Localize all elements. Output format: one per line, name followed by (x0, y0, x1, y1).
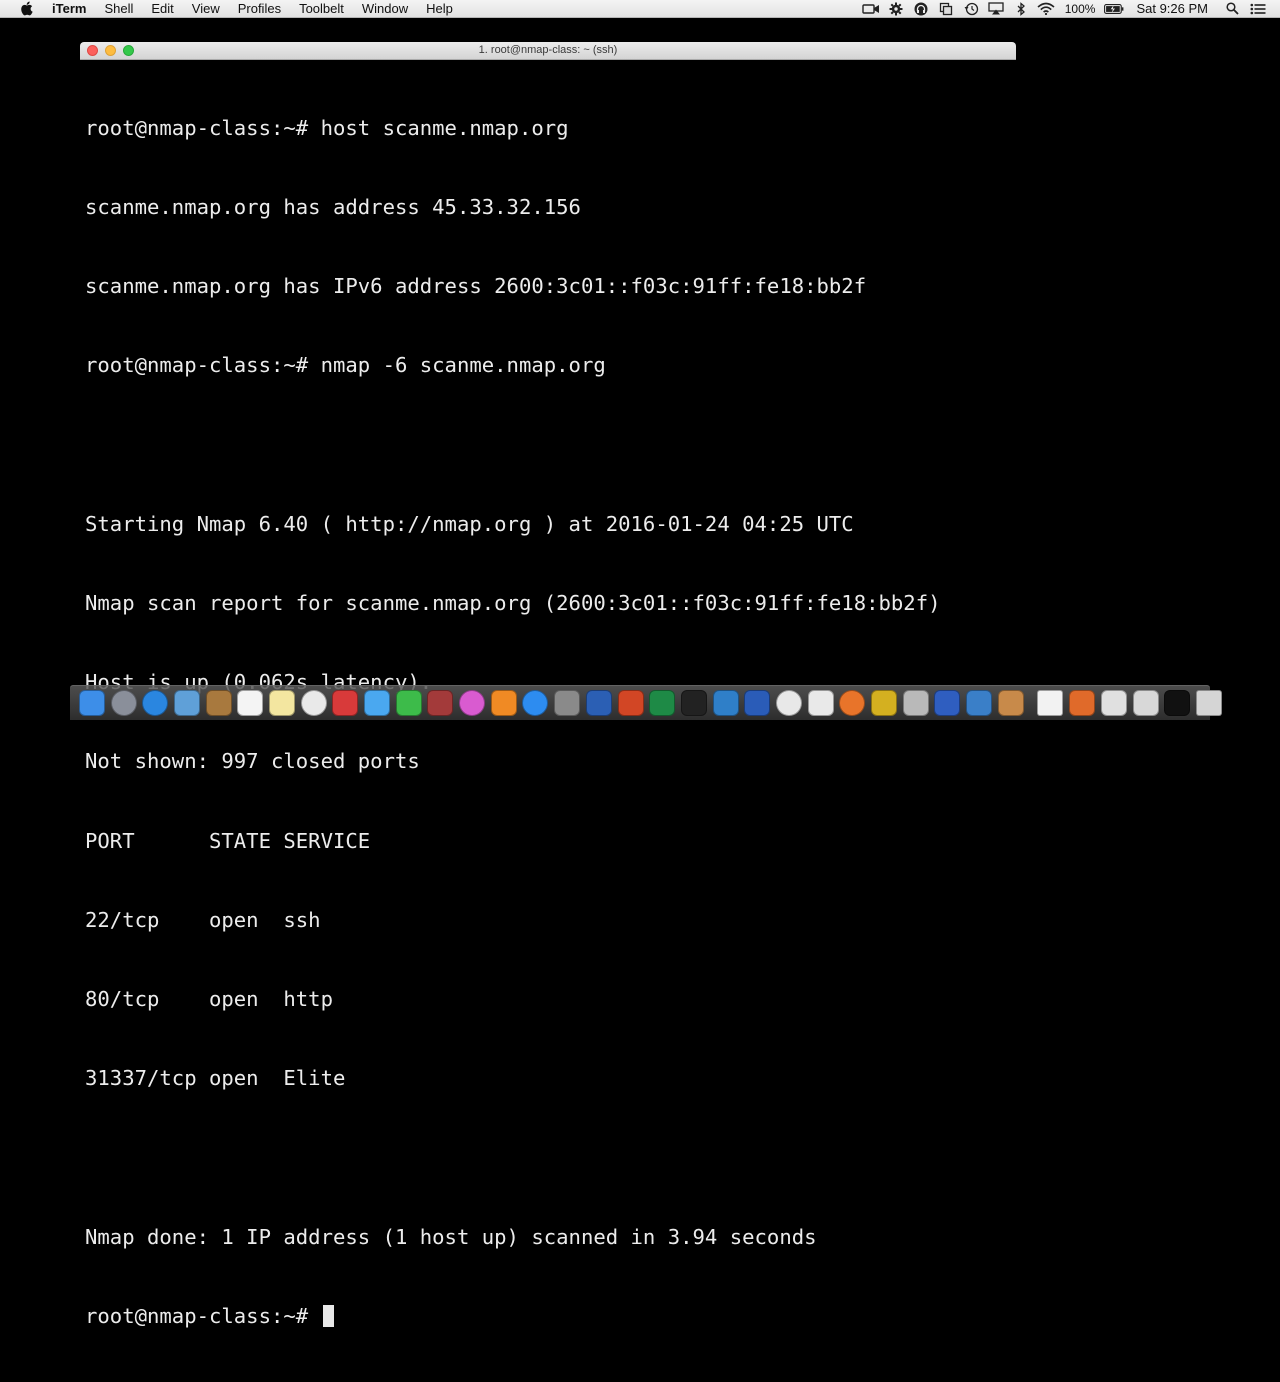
terminal-line: PORT STATE SERVICE (85, 828, 371, 853)
excel-icon[interactable] (649, 690, 676, 716)
terminal-line: scanme.nmap.org has address 45.33.32.156 (85, 195, 581, 220)
powerpoint-icon[interactable] (617, 690, 644, 716)
screenshot-icon[interactable] (1100, 690, 1127, 716)
window-title: 1. root@nmap-class: ~ (ssh) (478, 44, 618, 56)
menu-view[interactable]: View (183, 0, 229, 18)
bluetooth-icon[interactable] (1011, 1, 1031, 16)
screenflow-icon[interactable] (966, 690, 993, 716)
terminal-icon[interactable] (680, 690, 707, 716)
safari-icon[interactable] (142, 690, 169, 716)
system-preferences-icon[interactable] (554, 690, 581, 716)
virtualbox-icon[interactable] (934, 690, 961, 716)
menu-profiles[interactable]: Profiles (229, 0, 290, 18)
battery-percent[interactable]: 100% (1065, 2, 1096, 16)
menu-help[interactable]: Help (417, 0, 462, 18)
terminal-cursor (322, 1304, 334, 1327)
itunes-icon[interactable] (459, 690, 486, 716)
battery-icon[interactable] (1103, 2, 1124, 16)
terminal-window: 1. root@nmap-class: ~ (ssh) root@nmap-cl… (80, 42, 1016, 1328)
terminal-output[interactable]: root@nmap-class:~# host scanme.nmap.org … (85, 62, 1005, 1328)
wifi-icon[interactable] (1036, 2, 1056, 16)
text-wrangler-icon[interactable] (744, 690, 771, 716)
terminal-line: 31337/tcp open Elite (85, 1066, 346, 1091)
terminal-line: 22/tcp open ssh (85, 907, 321, 932)
terminal-line: scanme.nmap.org has IPv6 address 2600:3c… (85, 274, 867, 299)
preview-icon[interactable] (173, 690, 200, 716)
messages-icon[interactable] (364, 690, 391, 716)
gear-icon[interactable] (886, 2, 906, 16)
photo-booth-icon[interactable] (332, 690, 359, 716)
terminal-line: Nmap done: 1 IP address (1 host up) scan… (85, 1224, 817, 1249)
chrome-icon[interactable] (775, 690, 802, 716)
calendar-icon[interactable] (237, 690, 264, 716)
time-machine-icon[interactable] (961, 2, 981, 16)
pdf-icon[interactable] (1069, 690, 1096, 716)
archive-icon[interactable] (997, 690, 1024, 716)
terminal-line: Not shown: 997 closed ports (85, 749, 420, 774)
document-icon[interactable] (1037, 690, 1064, 716)
status-area: 100% Sat 9:26 PM (859, 0, 1280, 18)
clock[interactable]: Sat 9:26 PM (1136, 1, 1208, 16)
xcode-icon[interactable] (712, 690, 739, 716)
headphones-icon[interactable] (911, 2, 931, 16)
search-icon[interactable] (1223, 2, 1243, 16)
trash-icon[interactable] (1195, 690, 1222, 716)
app-store-icon[interactable] (522, 690, 549, 716)
terminal-line: Nmap scan report for scanme.nmap.org (26… (85, 591, 941, 616)
notes-icon[interactable] (268, 690, 295, 716)
notification-center-icon[interactable] (1248, 2, 1268, 16)
word-icon[interactable] (585, 690, 612, 716)
terminal-line: 80/tcp open http (85, 987, 333, 1012)
finder-icon[interactable] (78, 690, 105, 716)
camera-icon[interactable] (861, 2, 881, 16)
terminal-prompt-line[interactable]: root@nmap-class:~# (85, 1303, 1005, 1329)
menu-toolbelt[interactable]: Toolbelt (290, 0, 353, 18)
menu-bar: iTerm Shell Edit View Profiles Toolbelt … (0, 0, 1280, 18)
firefox-icon[interactable] (839, 690, 866, 716)
chess-icon[interactable] (427, 690, 454, 716)
photos-icon[interactable] (300, 690, 327, 716)
clipboard-icon[interactable] (936, 2, 956, 16)
terminal-prompt: root@nmap-class:~# (85, 1303, 321, 1328)
launchpad-icon[interactable] (110, 690, 137, 716)
airplay-icon[interactable] (986, 2, 1006, 16)
menu-edit[interactable]: Edit (142, 0, 182, 18)
menu-app-iterm[interactable]: iTerm (48, 0, 95, 18)
dock (70, 685, 1222, 720)
window-titlebar[interactable]: 1. root@nmap-class: ~ (ssh) (80, 42, 1016, 60)
terminal-line: Starting Nmap 6.40 ( http://nmap.org ) a… (85, 511, 854, 536)
terminal-window-icon[interactable] (1164, 690, 1191, 716)
apple-icon[interactable] (18, 1, 34, 16)
ibooks-icon[interactable] (490, 690, 517, 716)
terminal-line: root@nmap-class:~# host scanme.nmap.org (85, 115, 569, 140)
window-icon[interactable] (1132, 690, 1159, 716)
java-icon[interactable] (807, 690, 834, 716)
terminal-line: root@nmap-class:~# nmap -6 scanme.nmap.o… (85, 353, 606, 378)
notebook-icon[interactable] (205, 690, 232, 716)
keychain-icon[interactable] (902, 690, 929, 716)
facetime-icon[interactable] (395, 690, 422, 716)
menu-shell[interactable]: Shell (95, 0, 142, 18)
network-icon[interactable] (871, 690, 898, 716)
menu-window[interactable]: Window (353, 0, 417, 18)
